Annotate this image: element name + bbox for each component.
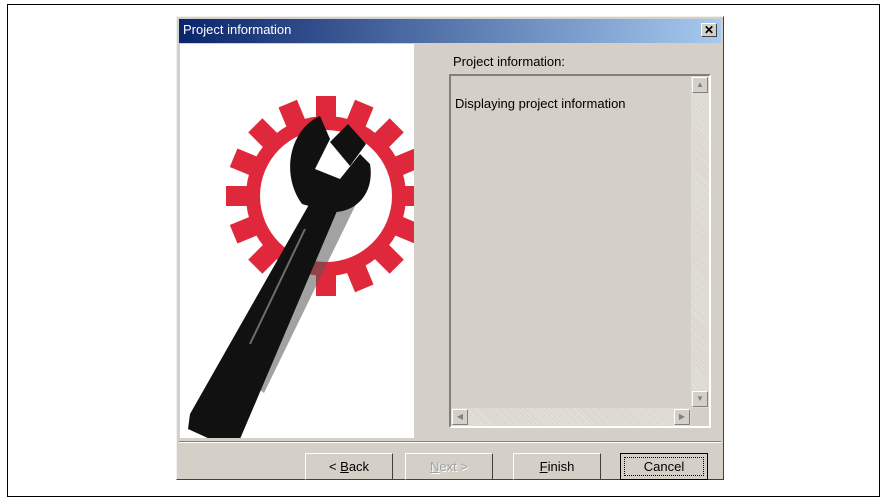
focus-rectangle bbox=[624, 457, 704, 476]
window-title: Project information bbox=[183, 22, 292, 37]
back-button[interactable]: < Back bbox=[305, 453, 393, 480]
info-label: Project information: bbox=[453, 54, 565, 69]
arrow-right-icon: ▶ bbox=[678, 412, 686, 421]
title-bar[interactable]: Project information ✕ bbox=[179, 19, 721, 43]
arrow-down-icon: ▼ bbox=[696, 394, 704, 403]
finish-button[interactable]: Finish bbox=[513, 453, 601, 480]
scroll-down-button[interactable]: ▼ bbox=[692, 391, 708, 407]
scroll-corner bbox=[691, 408, 709, 426]
project-information-dialog: Project information ✕ Project informatio… bbox=[176, 16, 724, 480]
info-text: Displaying project information bbox=[455, 96, 626, 111]
close-button[interactable]: ✕ bbox=[701, 23, 717, 37]
scroll-left-button[interactable]: ◀ bbox=[452, 409, 468, 425]
arrow-left-icon: ◀ bbox=[456, 412, 464, 421]
button-separator bbox=[179, 441, 721, 443]
arrow-up-icon: ▲ bbox=[696, 80, 704, 89]
close-icon: ✕ bbox=[703, 23, 715, 37]
project-info-textbox[interactable]: Displaying project information ▲ ▼ ◀ ▶ bbox=[449, 74, 711, 428]
wrench-gear-icon bbox=[188, 96, 414, 438]
next-button[interactable]: Next > bbox=[405, 453, 493, 480]
vertical-scrollbar[interactable]: ▲ ▼ bbox=[691, 76, 709, 408]
scroll-right-button[interactable]: ▶ bbox=[674, 409, 690, 425]
wizard-image bbox=[180, 44, 414, 438]
horizontal-scrollbar[interactable]: ◀ ▶ bbox=[451, 408, 691, 426]
scroll-up-button[interactable]: ▲ bbox=[692, 77, 708, 93]
cancel-button[interactable]: Cancel bbox=[620, 453, 708, 480]
